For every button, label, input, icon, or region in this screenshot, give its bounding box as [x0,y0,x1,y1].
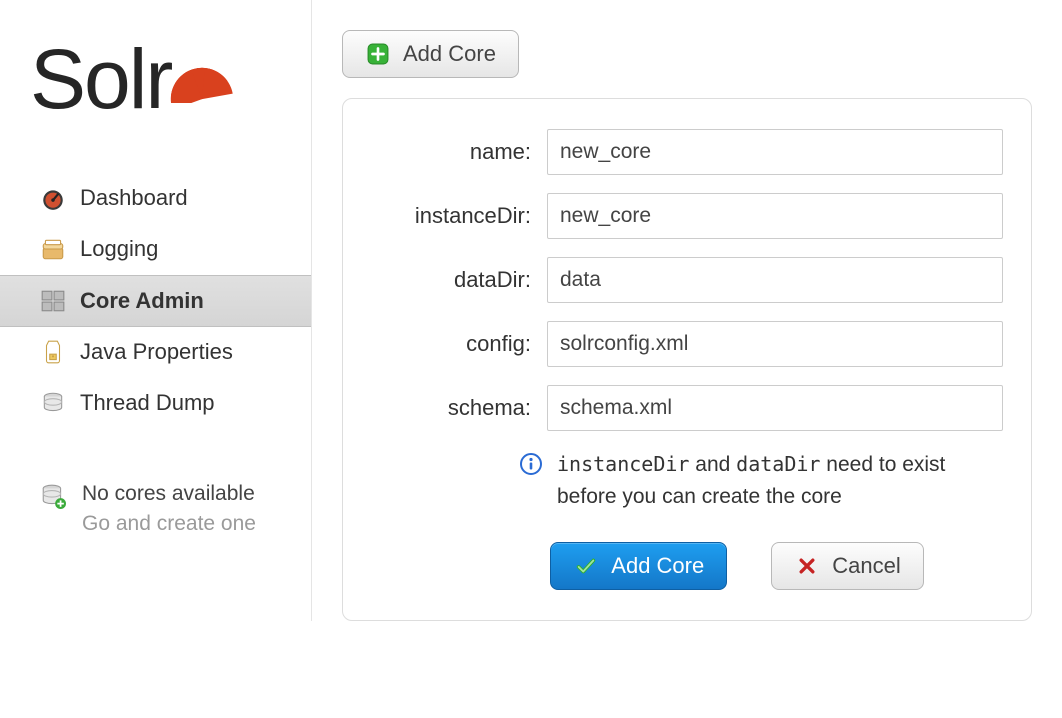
core-status: No cores available Go and create one [0,459,311,540]
plus-icon [365,41,391,67]
datadir-label: dataDir: [371,267,531,293]
dashboard-icon [40,185,66,211]
nav-label: Java Properties [80,339,233,365]
info-icon [519,451,543,477]
nav-logging[interactable]: Logging [0,224,311,275]
button-label: Add Core [611,553,704,579]
close-icon [794,553,820,579]
datadir-input[interactable] [547,257,1003,303]
core-status-title: No cores available [82,479,256,509]
thread-dump-icon [40,390,66,416]
nav-dashboard[interactable]: Dashboard [0,173,311,224]
instancedir-label: instanceDir: [371,203,531,229]
add-core-panel: name: instanceDir: dataDir: config: sche… [342,98,1032,621]
button-label: Add Core [403,41,496,67]
database-add-icon [40,483,66,509]
nav-label: Core Admin [80,288,204,314]
nav-label: Dashboard [80,185,188,211]
cancel-button[interactable]: Cancel [771,542,923,590]
info-text: instanceDir and dataDir need to exist be… [557,449,1003,512]
instancedir-input[interactable] [547,193,1003,239]
nav-thread-dump[interactable]: Thread Dump [0,378,311,429]
core-status-sub: Go and create one [82,509,256,539]
info-code-datadir: dataDir [736,452,820,476]
check-icon [573,553,599,579]
solr-sun-icon [163,25,241,103]
button-label: Cancel [832,553,900,579]
add-core-toolbar-button[interactable]: Add Core [342,30,519,78]
sidebar: Solr Dashboard [0,0,311,621]
logging-icon [40,236,66,262]
logo-text: Solr [30,31,171,128]
name-label: name: [371,139,531,165]
schema-input[interactable] [547,385,1003,431]
nav-label: Thread Dump [80,390,215,416]
info-code-instancedir: instanceDir [557,452,689,476]
config-label: config: [371,331,531,357]
add-core-submit-button[interactable]: Add Core [550,542,727,590]
solr-logo: Solr [0,25,311,133]
java-properties-icon [40,339,66,365]
nav-java-properties[interactable]: Java Properties [0,327,311,378]
core-admin-icon [40,288,66,314]
name-input[interactable] [547,129,1003,175]
config-input[interactable] [547,321,1003,367]
main-content: Add Core name: instanceDir: dataDir: con… [311,0,1062,621]
schema-label: schema: [371,395,531,421]
nav-core-admin[interactable]: Core Admin [0,275,311,327]
nav-label: Logging [80,236,158,262]
main-nav: Dashboard Logging Core Admin Java Proper… [0,173,311,429]
